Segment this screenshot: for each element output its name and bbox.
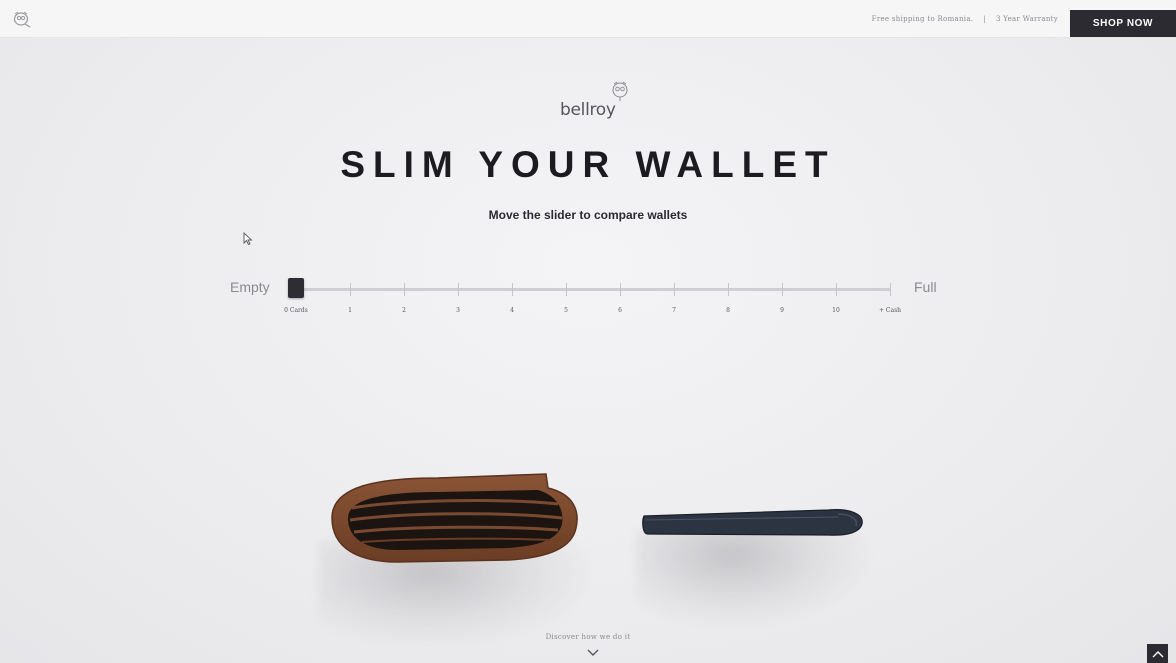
slider-tick-label[interactable]: + Cash: [879, 307, 901, 314]
free-shipping-text[interactable]: Free shipping to Romania.: [872, 15, 974, 23]
page-subtitle: Move the slider to compare wallets: [488, 208, 688, 222]
shop-now-button[interactable]: SHOP NOW: [1070, 10, 1176, 37]
slider-tick-label[interactable]: 3: [456, 307, 460, 314]
bellroy-owl-icon[interactable]: [12, 10, 32, 28]
discover-link[interactable]: Discover how we do it: [0, 633, 1176, 641]
slider-empty-label: Empty: [230, 279, 270, 295]
wallet-shadow: [636, 530, 876, 630]
slider-full-label: Full: [914, 279, 937, 295]
slider-tick: [890, 283, 891, 296]
slider-tick-label[interactable]: 0 Cards: [284, 307, 308, 314]
slider-tick: [620, 283, 621, 296]
slider-tick: [350, 283, 351, 296]
slider-tick-label[interactable]: 2: [402, 307, 406, 314]
wallet-comparison-slider: Empty 0 Cards 1 2 3 4 5 6 7 8 9 10 + Cash Full: [230, 277, 950, 322]
slider-tick-label[interactable]: 7: [672, 307, 676, 314]
slider-tick: [728, 283, 729, 296]
owl-icon: [612, 81, 628, 101]
page-title: SLIM YOUR WALLET: [340, 144, 836, 185]
slider-track[interactable]: [296, 288, 890, 291]
page: Free shipping to Romania. | 3 Year Warra…: [0, 0, 1176, 663]
slider-tick-label[interactable]: 8: [726, 307, 730, 314]
slider-tick-label[interactable]: 6: [618, 307, 622, 314]
info-separator: |: [983, 14, 987, 23]
slider-tick-label[interactable]: 5: [564, 307, 568, 314]
slider-tick: [404, 283, 405, 296]
brand-logo[interactable]: bellroy: [558, 80, 634, 124]
slider-tick-label[interactable]: 10: [832, 307, 840, 314]
slider-tick-label[interactable]: 9: [780, 307, 784, 314]
warranty-text[interactable]: 3 Year Warranty: [996, 15, 1058, 23]
slider-tick-label[interactable]: 1: [348, 307, 352, 314]
slim-navy-wallet-image: [642, 509, 863, 536]
chevron-down-icon[interactable]: [586, 648, 600, 658]
scroll-to-top-button[interactable]: [1147, 644, 1168, 663]
top-bar: Free shipping to Romania. | 3 Year Warra…: [0, 0, 1176, 38]
slider-tick-label[interactable]: 4: [510, 307, 514, 314]
slider-tick: [458, 283, 459, 296]
chevron-up-icon: [1152, 650, 1163, 657]
slider-handle[interactable]: [288, 278, 304, 298]
slider-tick: [566, 283, 567, 296]
slider-tick: [674, 283, 675, 296]
brand-wordmark: bellroy: [560, 100, 616, 120]
shipping-info: Free shipping to Romania. | 3 Year Warra…: [872, 0, 1058, 37]
mouse-pointer-icon: [243, 232, 253, 246]
slider-tick: [836, 283, 837, 296]
thick-leather-wallet-image: [331, 473, 578, 563]
slider-tick: [782, 283, 783, 296]
slider-tick: [512, 283, 513, 296]
